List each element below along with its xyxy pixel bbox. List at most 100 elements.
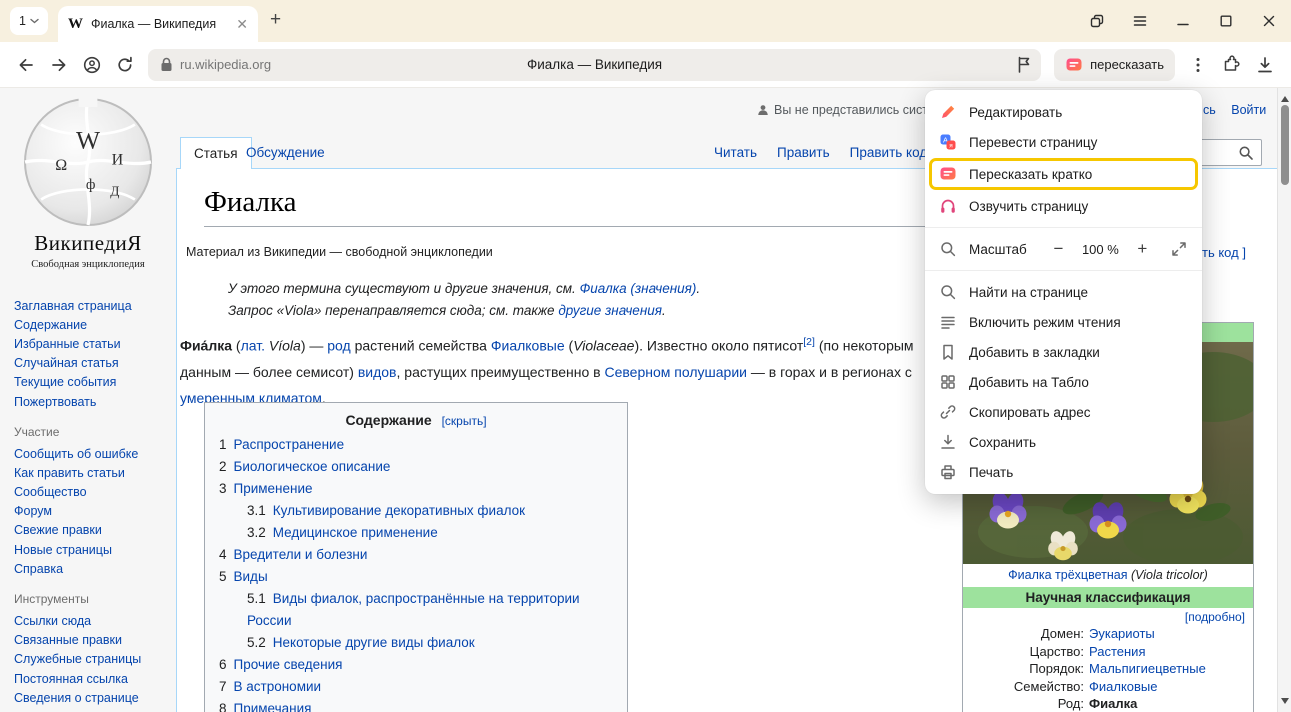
bookmark-flag-icon[interactable]: [1017, 56, 1031, 73]
caption-link[interactable]: Фиалка трёхцветная: [1008, 568, 1127, 582]
tab-counter-button[interactable]: 1: [10, 7, 48, 35]
toc-item[interactable]: 4Вредители и болезни: [219, 544, 613, 566]
new-tab-button[interactable]: +: [270, 9, 281, 31]
sidebar-link[interactable]: Форум: [0, 502, 176, 521]
fullscreen-arrows-icon[interactable]: [1170, 240, 1188, 258]
sidebar-link[interactable]: Постоянная ссылка: [0, 669, 176, 688]
tab-article[interactable]: Статья: [180, 137, 252, 169]
panels-icon[interactable]: [1089, 13, 1105, 29]
sidebar-link[interactable]: Служебные страницы: [0, 650, 176, 669]
summarize-button[interactable]: пересказать: [1054, 49, 1175, 81]
address-bar[interactable]: ru.wikipedia.org Фиалка — Википедия: [148, 49, 1041, 81]
toc-link[interactable]: Медицинское применение: [273, 525, 438, 540]
inline-link[interactable]: лат.: [241, 338, 265, 354]
sidebar-link[interactable]: Пожертвовать: [0, 392, 176, 411]
toc-link[interactable]: В астрономии: [234, 679, 322, 694]
kebab-menu-icon[interactable]: [1188, 56, 1208, 74]
toc-item[interactable]: 3.1Культивирование декоративных фиалок: [247, 500, 613, 522]
toc-item[interactable]: 3.2Медицинское применение: [247, 522, 613, 544]
search-icon[interactable]: [1238, 145, 1254, 161]
sidebar-link[interactable]: Избранные статьи: [0, 334, 176, 353]
tab-read[interactable]: Читать: [714, 145, 757, 160]
minimize-icon[interactable]: [1175, 13, 1191, 29]
toc-item[interactable]: 8Примечания: [219, 698, 613, 712]
extensions-puzzle-icon[interactable]: [1221, 54, 1242, 75]
sidebar-link[interactable]: Сообщество: [0, 483, 176, 502]
toc-item[interactable]: 5.2Некоторые другие виды фиалок: [247, 632, 613, 654]
taxonomy-value-link[interactable]: Фиалковые: [1089, 678, 1158, 696]
inline-link[interactable]: видов: [358, 364, 397, 380]
menu-item-add-tablo[interactable]: Добавить на Табло: [925, 367, 1202, 397]
toc-hide-link[interactable]: [скрыть]: [442, 414, 487, 428]
toc-item[interactable]: 3Применение: [219, 478, 613, 500]
browser-tab[interactable]: W Фиалка — Википедия ✕: [58, 6, 258, 42]
toc-link[interactable]: Распространение: [234, 437, 345, 452]
profile-icon[interactable]: [82, 55, 102, 75]
inline-link[interactable]: Северном полушарии: [605, 364, 747, 380]
edit-section-link-fragment[interactable]: ть код ]: [1202, 245, 1246, 260]
menu-item-copy-address[interactable]: Скопировать адрес: [925, 397, 1202, 427]
toc-item[interactable]: 5Виды: [219, 566, 613, 588]
toc-item[interactable]: 2Биологическое описание: [219, 456, 613, 478]
scroll-up-button[interactable]: [1281, 92, 1289, 102]
menu-item-reader-mode[interactable]: Включить режим чтения: [925, 307, 1202, 337]
details-link[interactable]: [подробно]: [963, 608, 1253, 625]
tab-close-icon[interactable]: ✕: [236, 16, 248, 33]
taxonomy-value-link[interactable]: Мальпигиецветные: [1089, 660, 1206, 678]
sidebar-link[interactable]: Сведения о странице: [0, 688, 176, 707]
wikipedia-wordmark[interactable]: ВикипедиЯ: [0, 231, 176, 256]
toc-link[interactable]: Биологическое описание: [234, 459, 391, 474]
browser-menu-icon[interactable]: [1132, 13, 1148, 29]
sidebar-link[interactable]: Содержание: [0, 315, 176, 334]
sidebar-link[interactable]: Как править статьи: [0, 463, 176, 482]
login-link[interactable]: Войти: [1231, 103, 1266, 117]
menu-item-translate[interactable]: Aя Перевести страницу: [925, 127, 1202, 157]
menu-item-add-bookmark[interactable]: Добавить в закладки: [925, 337, 1202, 367]
inline-link[interactable]: род: [327, 338, 350, 354]
download-icon[interactable]: [1255, 55, 1275, 75]
scroll-down-button[interactable]: [1281, 698, 1289, 708]
toc-link[interactable]: Некоторые другие виды фиалок: [273, 635, 475, 650]
wikipedia-logo[interactable]: W И Ω ф Д: [21, 95, 155, 229]
back-arrow-icon[interactable]: [16, 55, 36, 75]
menu-item-voice[interactable]: Озвучить страницу: [925, 191, 1202, 221]
maximize-icon[interactable]: [1218, 13, 1234, 29]
toc-item[interactable]: 7В астрономии: [219, 676, 613, 698]
inline-link[interactable]: другие значения: [558, 303, 662, 318]
zoom-out-button[interactable]: −: [1051, 239, 1066, 259]
toc-item[interactable]: 6Прочие сведения: [219, 654, 613, 676]
toc-link[interactable]: Вредители и болезни: [234, 547, 368, 562]
toc-link[interactable]: Прочие сведения: [234, 657, 343, 672]
sidebar-link[interactable]: Сообщить об ошибке: [0, 444, 176, 463]
taxonomy-value-link[interactable]: Эукариоты: [1089, 625, 1155, 643]
menu-item-save[interactable]: Сохранить: [925, 427, 1202, 457]
menu-item-find[interactable]: Найти на странице: [925, 277, 1202, 307]
toc-item[interactable]: 1Распространение: [219, 434, 613, 456]
toc-link[interactable]: Применение: [234, 481, 313, 496]
sidebar-link[interactable]: Справка: [0, 559, 176, 578]
toc-link[interactable]: Виды: [234, 569, 268, 584]
sidebar-link[interactable]: Связанные правки: [0, 631, 176, 650]
toc-link[interactable]: Виды фиалок, распространённые на террито…: [247, 591, 580, 628]
sidebar-link[interactable]: Ссылки сюда: [0, 611, 176, 630]
sidebar-link[interactable]: Заглавная страница: [0, 296, 176, 315]
tab-edit[interactable]: Править: [777, 145, 830, 160]
reload-icon[interactable]: [115, 55, 135, 75]
sidebar-link[interactable]: Свежие правки: [0, 521, 176, 540]
inline-link[interactable]: Фиалка (значения): [580, 281, 697, 296]
menu-item-summarize[interactable]: Пересказать кратко: [932, 161, 1195, 187]
close-window-icon[interactable]: [1261, 13, 1277, 29]
menu-item-edit[interactable]: Редактировать: [925, 97, 1202, 127]
sidebar-link[interactable]: Текущие события: [0, 373, 176, 392]
zoom-in-button[interactable]: +: [1135, 239, 1150, 259]
inline-link[interactable]: Фиалковые: [491, 338, 565, 354]
personal-link-fragment[interactable]: сь: [1203, 103, 1216, 117]
page-scrollbar[interactable]: [1277, 88, 1291, 712]
sidebar-link[interactable]: Случайная статья: [0, 354, 176, 373]
tab-edit-source[interactable]: Править код: [850, 145, 928, 160]
lock-icon[interactable]: [160, 57, 173, 72]
forward-arrow-icon[interactable]: [49, 55, 69, 75]
scrollbar-thumb[interactable]: [1281, 105, 1289, 185]
taxonomy-value-link[interactable]: Растения: [1089, 643, 1146, 661]
tab-talk[interactable]: Обсуждение: [246, 145, 325, 160]
